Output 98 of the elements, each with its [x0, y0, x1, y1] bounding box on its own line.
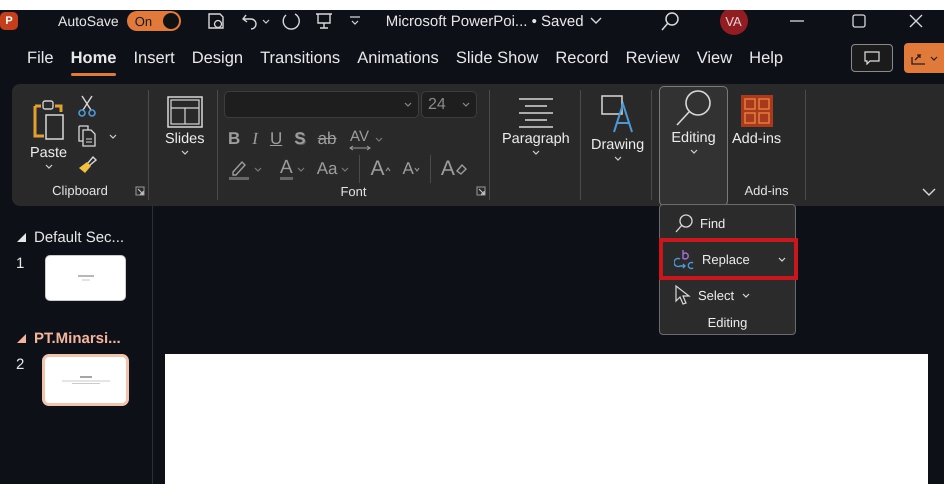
scissors-icon[interactable] — [77, 94, 98, 118]
slide-number: 1 — [16, 255, 26, 272]
present-icon[interactable] — [314, 11, 334, 31]
section-header[interactable]: Default Sec... — [0, 226, 130, 248]
group-label: Editing — [706, 314, 748, 332]
save-sync-icon[interactable] — [206, 12, 226, 30]
ribbon-tab[interactable]: Help — [749, 42, 784, 74]
chevron-down-icon — [262, 18, 270, 24]
cursor-icon — [674, 285, 692, 305]
minimize-icon[interactable] — [790, 19, 804, 23]
chevron-down-icon — [690, 149, 698, 154]
customize-toolbar-icon[interactable] — [348, 16, 361, 26]
font-color-button[interactable]: A — [274, 158, 311, 180]
chevron-down-icon — [44, 164, 53, 169]
document-title[interactable]: Microsoft PowerPoi... • Saved — [386, 12, 584, 30]
copy-icon[interactable] — [77, 125, 98, 147]
user-avatar[interactable]: VA — [720, 10, 748, 35]
chevron-down-icon — [296, 166, 305, 172]
ribbon-tab[interactable]: Design — [192, 42, 244, 74]
paragraph-button[interactable]: Paragraph — [498, 94, 574, 157]
format-button[interactable]: S — [288, 129, 312, 149]
chevron-down-icon — [341, 166, 350, 172]
font-size-field[interactable]: 24 — [421, 91, 477, 118]
collapse-triangle-icon — [17, 232, 26, 242]
ribbon-tab[interactable]: File — [27, 42, 54, 74]
search-icon — [674, 213, 694, 233]
change-case-button[interactable]: Aa — [310, 159, 356, 179]
autosave-toggle[interactable]: On — [126, 11, 181, 31]
ribbon-tab[interactable]: Review — [626, 42, 680, 74]
font-name-field[interactable] — [224, 91, 419, 118]
comments-button[interactable] — [851, 44, 893, 72]
align-center-icon — [516, 96, 555, 128]
comment-icon — [864, 51, 880, 65]
caret-down-icon — [414, 166, 420, 172]
chevron-down-icon — [374, 136, 382, 142]
ribbon-tab[interactable]: Transitions — [260, 42, 340, 74]
format-button[interactable]: B — [222, 129, 246, 149]
ribbon-tab[interactable]: Slide Show — [456, 42, 538, 74]
highlighter-icon — [228, 158, 250, 180]
ribbon-tab[interactable]: Home — [70, 42, 116, 74]
format-button[interactable]: U — [264, 129, 288, 149]
chevron-down-icon — [109, 134, 118, 138]
paste-icon — [32, 98, 66, 142]
editing-button[interactable]: Editing — [659, 86, 728, 206]
menu-item[interactable]: Select — [660, 280, 795, 310]
paste-button[interactable]: Paste — [26, 96, 72, 171]
eraser-icon — [454, 163, 467, 175]
chevron-down-icon — [462, 102, 470, 107]
ribbon-tab[interactable]: Insert — [133, 42, 175, 74]
grow-font-button[interactable]: A — [364, 157, 396, 181]
share-button[interactable] — [904, 43, 944, 73]
spacing-arrows-icon — [348, 144, 370, 150]
group-label: Clipboard — [51, 182, 109, 200]
clear-formatting-button[interactable]: A — [434, 157, 473, 181]
section-header[interactable]: PT.Minarsi... — [0, 327, 127, 349]
chevron-down-icon — [404, 102, 412, 107]
dialog-launcher-icon[interactable] — [476, 186, 486, 196]
chevron-down-icon — [614, 156, 622, 161]
slide-thumbnail[interactable] — [45, 255, 126, 301]
format-button[interactable]: ab — [312, 129, 342, 149]
chevron-down-icon — [532, 150, 540, 155]
slides-button[interactable]: Slides — [161, 94, 208, 157]
ribbon-tab[interactable]: View — [696, 42, 732, 74]
add-ins-icon — [740, 94, 774, 128]
group-label: Add-ins — [743, 182, 790, 200]
replace-icon — [674, 248, 696, 270]
format-button[interactable]: I — [246, 129, 264, 149]
menu-item[interactable]: Find — [660, 208, 795, 238]
search-icon — [674, 87, 714, 127]
menu-item[interactable]: Replace — [659, 238, 798, 280]
app-logo: P — [0, 12, 18, 30]
slide-number: 2 — [16, 356, 26, 373]
chevron-down-icon — [930, 56, 938, 60]
chevron-down-icon — [254, 166, 262, 172]
ribbon-tab[interactable]: Animations — [357, 42, 439, 74]
redo-icon[interactable] — [280, 11, 302, 31]
collapse-triangle-icon — [17, 334, 26, 342]
collapse-ribbon-icon[interactable] — [922, 188, 936, 196]
search-icon[interactable] — [660, 11, 680, 31]
caret-up-icon — [384, 166, 390, 172]
slide-text-lines-icon — [78, 275, 94, 281]
dialog-launcher-icon[interactable] — [135, 186, 145, 196]
group-label: Font — [339, 182, 368, 200]
autosave-label: AutoSave — [58, 13, 119, 29]
slide-text-lines-icon — [62, 376, 110, 384]
format-painter-icon[interactable] — [77, 154, 98, 174]
close-icon[interactable] — [908, 14, 923, 28]
ribbon-tab[interactable]: Record — [555, 42, 609, 74]
slide-thumbnail[interactable] — [42, 354, 129, 406]
drawing-button[interactable]: Drawing — [587, 92, 648, 163]
layout-icon — [166, 96, 203, 128]
shrink-font-button[interactable]: A — [396, 159, 426, 179]
chevron-down-icon[interactable] — [590, 17, 602, 25]
shapes-icon — [600, 94, 636, 134]
maximize-icon[interactable] — [852, 14, 866, 28]
chevron-down-icon — [180, 150, 189, 155]
format-button[interactable]: AV — [342, 128, 388, 150]
add-ins-button[interactable]: Add-ins — [728, 92, 786, 149]
